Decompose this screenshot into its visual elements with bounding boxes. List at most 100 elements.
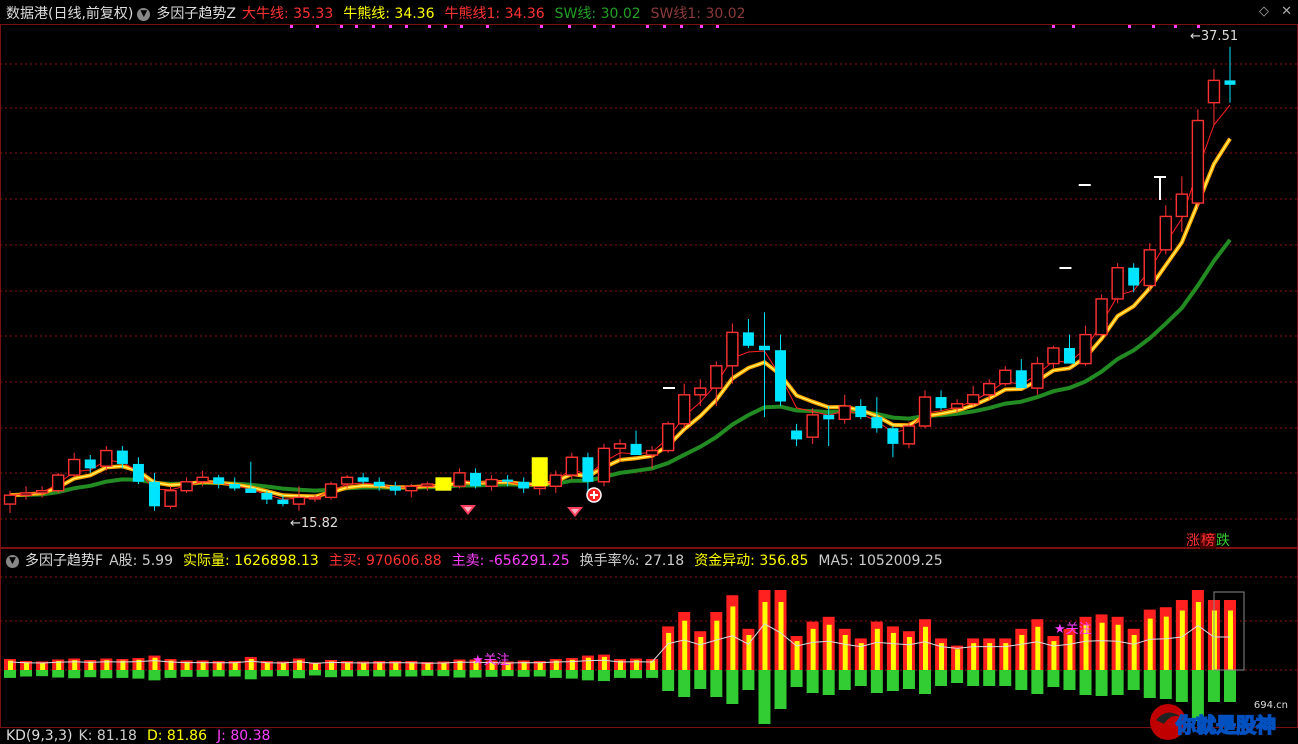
candle-body bbox=[373, 481, 385, 487]
sub-header-item-5: 资金异动: 356.85 bbox=[694, 553, 809, 569]
funds-bar bbox=[842, 634, 848, 670]
funds-bar bbox=[441, 662, 447, 670]
funds-bar bbox=[1099, 622, 1105, 670]
sell-volume-bar bbox=[1111, 670, 1124, 695]
candle-body bbox=[775, 350, 787, 402]
candle-body bbox=[389, 486, 401, 491]
sell-volume-bar bbox=[1063, 670, 1076, 690]
sell-volume-bar bbox=[405, 670, 418, 677]
sell-volume-bar bbox=[646, 670, 659, 678]
sell-volume-bar bbox=[999, 670, 1012, 686]
signal-dot bbox=[1174, 25, 1177, 28]
candle-body bbox=[485, 478, 498, 487]
sell-volume-bar bbox=[1047, 670, 1060, 687]
period-label[interactable]: (日线,前复权) bbox=[48, 2, 133, 26]
funds-bar bbox=[906, 637, 912, 670]
signal-candle bbox=[435, 477, 452, 491]
candle-body bbox=[966, 394, 980, 405]
indicator-name[interactable]: 多因子趋势Z bbox=[156, 2, 236, 26]
sell-volume-bar bbox=[164, 670, 177, 678]
candle-body bbox=[324, 483, 338, 499]
funds-bar bbox=[152, 657, 158, 670]
sell-volume-bar bbox=[325, 670, 338, 678]
candle-body bbox=[261, 492, 273, 500]
sell-volume-bar bbox=[148, 670, 161, 681]
sell-volume-bar bbox=[501, 670, 514, 677]
funds-bar bbox=[1147, 618, 1153, 670]
funds-bar bbox=[746, 634, 752, 670]
sell-volume-bar bbox=[180, 670, 193, 677]
sell-volume-bar bbox=[132, 670, 145, 679]
kd-header-item-1: D: 81.86 bbox=[146, 728, 208, 744]
candle-body bbox=[213, 477, 225, 485]
candle-body bbox=[1079, 333, 1092, 365]
sell-volume-bar bbox=[373, 670, 386, 677]
rank-badge[interactable]: 涨榜跌 bbox=[1186, 530, 1230, 550]
sell-volume-bar bbox=[838, 670, 851, 690]
funds-bar bbox=[216, 662, 222, 670]
candle-body bbox=[19, 492, 33, 496]
candle-body bbox=[1111, 267, 1124, 300]
funds-bar bbox=[666, 632, 672, 670]
rank-down-label[interactable]: 跌 bbox=[1216, 533, 1230, 549]
candle-body bbox=[164, 490, 177, 508]
candle-body bbox=[453, 472, 466, 487]
signal-candle bbox=[531, 457, 548, 487]
diamond-icon[interactable]: ◇ bbox=[1259, 4, 1269, 19]
sell-volume-bar bbox=[36, 670, 49, 677]
sell-volume-bar bbox=[84, 670, 97, 678]
chevron-down-icon[interactable]: ▼ bbox=[6, 554, 19, 568]
sub-indicator-name[interactable]: 多因子趋势F bbox=[25, 549, 103, 573]
sub-header-item-2: 主买: 970606.88 bbox=[328, 553, 442, 569]
candle-body bbox=[132, 463, 144, 482]
candle-body bbox=[1207, 79, 1221, 104]
candle-body bbox=[678, 394, 691, 425]
stock-title[interactable]: 数据港 bbox=[6, 2, 48, 26]
sell-volume-bar bbox=[228, 670, 241, 677]
candle-body bbox=[518, 481, 530, 489]
top-right-controls: ◇ ✕ bbox=[1251, 4, 1292, 19]
sell-volume-bar bbox=[806, 670, 819, 693]
funds-bar bbox=[1228, 610, 1233, 670]
sell-volume-bar bbox=[68, 670, 81, 679]
candle-body bbox=[1031, 362, 1044, 389]
funds-bar bbox=[714, 620, 720, 670]
stock-chart[interactable]: ←37.51 ←15.82 ★关注 ★关注 bbox=[0, 0, 1298, 740]
candle-body bbox=[935, 397, 947, 409]
sell-volume-bar bbox=[292, 670, 305, 679]
candle-body bbox=[405, 485, 418, 492]
funds-bar bbox=[184, 661, 190, 670]
candle-body bbox=[838, 405, 851, 421]
focus-label: ★关注 bbox=[1054, 622, 1092, 637]
funds-bar bbox=[1163, 616, 1169, 670]
signal-dot bbox=[1052, 25, 1055, 28]
candle-body bbox=[887, 428, 899, 444]
sub-header-item-1: 实际量: 1626898.13 bbox=[182, 553, 319, 569]
sell-volume-bar bbox=[1015, 670, 1028, 690]
ma5-line bbox=[9, 623, 1230, 664]
candle-body bbox=[549, 474, 562, 487]
sell-volume-bar bbox=[822, 670, 835, 695]
main-header-item-3: SW线: 30.02 bbox=[554, 6, 641, 22]
close-icon[interactable]: ✕ bbox=[1281, 4, 1292, 19]
sell-volume-bar bbox=[614, 670, 626, 678]
chevron-down-icon[interactable]: ▼ bbox=[137, 7, 151, 21]
sub-header-item-0: A股: 5.99 bbox=[109, 553, 173, 569]
sell-volume-bar bbox=[983, 670, 996, 686]
kd-label[interactable]: KD(9,3,3) bbox=[6, 728, 73, 744]
sell-volume-bar bbox=[597, 670, 610, 682]
high-price-label: ←37.51 bbox=[1190, 29, 1238, 44]
candle-body bbox=[983, 382, 996, 396]
rank-board-label[interactable]: 榜 bbox=[1200, 533, 1216, 549]
candle-body bbox=[1159, 215, 1172, 251]
candle-body bbox=[871, 417, 883, 429]
funds-bar bbox=[890, 632, 896, 670]
sell-volume-bar bbox=[549, 670, 562, 678]
candle-body bbox=[35, 490, 49, 494]
candle-body bbox=[823, 414, 835, 420]
funds-bar bbox=[409, 662, 415, 670]
rank-up-label[interactable]: 涨 bbox=[1186, 533, 1200, 549]
sell-volume-bar bbox=[100, 670, 113, 679]
funds-bar bbox=[601, 656, 607, 670]
candle-body bbox=[502, 479, 514, 482]
